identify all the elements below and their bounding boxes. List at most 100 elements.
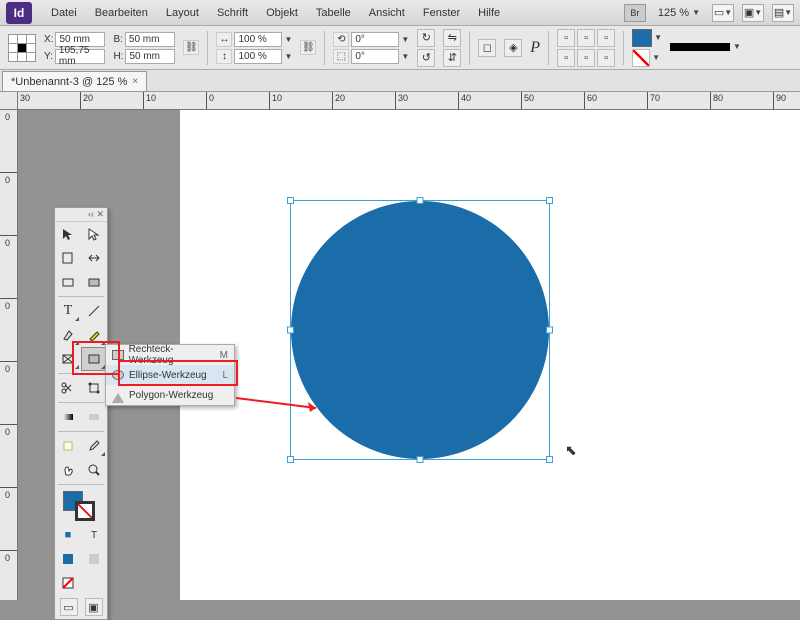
menu-bearbeiten[interactable]: Bearbeiten [86, 0, 157, 25]
position-size: X:50 mm B:50 mm Y:105,75 mm H:50 mm [44, 32, 175, 64]
default-fill-button[interactable] [55, 547, 81, 571]
align-4[interactable]: ▫ [557, 49, 575, 67]
y-label: Y: [44, 51, 53, 62]
close-tab-icon[interactable]: × [132, 76, 138, 87]
align-2[interactable]: ▫ [577, 29, 595, 47]
scale-y-field[interactable]: 100 % [234, 49, 282, 64]
gradient-swatch-tool[interactable] [55, 405, 81, 429]
app-logo: Id [6, 2, 32, 24]
content-placer-tool[interactable] [81, 270, 107, 294]
align-6[interactable]: ▫ [597, 49, 615, 67]
flip-v-button[interactable]: ⇵ [443, 49, 461, 67]
y-field[interactable]: 105,75 mm [55, 49, 105, 64]
rotate-ccw-button[interactable]: ↺ [417, 49, 435, 67]
annotation-box-tool [72, 341, 120, 375]
stroke-style[interactable] [670, 43, 730, 51]
hand-tool[interactable] [55, 458, 81, 482]
scissors-tool[interactable] [55, 376, 81, 400]
free-transform-tool[interactable] [81, 376, 107, 400]
resize-handle-tl[interactable] [287, 197, 294, 204]
flyout-polygon[interactable]: Polygon-Werkzeug [106, 385, 234, 405]
page-tool[interactable] [55, 246, 81, 270]
direct-selection-tool[interactable] [81, 222, 107, 246]
menu-layout[interactable]: Layout [157, 0, 208, 25]
resize-handle-t[interactable] [417, 197, 424, 204]
proxy-stroke-icon[interactable] [75, 501, 95, 521]
menu-fenster[interactable]: Fenster [414, 0, 469, 25]
eyedropper-tool[interactable] [81, 434, 107, 458]
gradient-feather-tool[interactable] [81, 405, 107, 429]
zoom-tool[interactable] [81, 458, 107, 482]
apply-none-button[interactable] [55, 571, 81, 595]
apply-color-button[interactable]: ■ [55, 523, 81, 547]
document-tab-title: *Unbenannt-3 @ 125 % [11, 76, 127, 88]
annotation-arrow [236, 394, 326, 414]
bridge-button[interactable]: Br [624, 4, 646, 22]
h-field[interactable]: 50 mm [125, 49, 175, 64]
shear-icon: ⬚ [333, 49, 349, 64]
view-mode-2[interactable]: ▣▼ [742, 4, 764, 22]
toolbox-panel[interactable]: ‹‹ ✕ T [54, 207, 108, 620]
align-3[interactable]: ▫ [597, 29, 615, 47]
note-tool[interactable] [55, 434, 81, 458]
fill-stroke-proxy[interactable] [55, 487, 107, 523]
resize-handle-br[interactable] [546, 456, 553, 463]
rotate-icon: ⟲ [333, 32, 349, 47]
normal-view-button[interactable]: ▭ [60, 598, 78, 616]
zoom-combo[interactable]: 125 %▼ [654, 6, 704, 20]
selection-frame[interactable] [290, 200, 550, 460]
ruler-origin[interactable] [0, 92, 18, 110]
menubar: Id Datei Bearbeiten Layout Schrift Objek… [0, 0, 800, 26]
menu-ansicht[interactable]: Ansicht [360, 0, 414, 25]
constrain-wh-icon[interactable]: ⛓ [183, 40, 199, 55]
apply-text-button[interactable]: T [81, 523, 107, 547]
shear-field[interactable]: 0° [351, 49, 399, 64]
fill-swatch[interactable] [632, 29, 652, 47]
selection-tool[interactable] [55, 222, 81, 246]
resize-handle-tr[interactable] [546, 197, 553, 204]
cursor-icon: ⬉ [565, 442, 577, 459]
vertical-ruler[interactable]: 0 0 0 0 0 0 0 0 0 [0, 110, 18, 600]
scale-x-field[interactable]: 100 % [234, 32, 282, 47]
menu-objekt[interactable]: Objekt [257, 0, 307, 25]
resize-handle-r[interactable] [546, 327, 553, 334]
resize-handle-bl[interactable] [287, 456, 294, 463]
reference-point[interactable] [8, 34, 36, 62]
select-content-button[interactable]: ◈ [504, 39, 522, 57]
preview-view-button[interactable]: ▣ [85, 598, 103, 616]
zoom-value: 125 % [658, 7, 689, 19]
view-mode-1[interactable]: ▭▼ [712, 4, 734, 22]
menu-datei[interactable]: Datei [42, 0, 86, 25]
type-tool[interactable]: T [55, 299, 81, 323]
rotate-field[interactable]: 0° [351, 32, 399, 47]
view-mode-3[interactable]: ▤▼ [772, 4, 794, 22]
align-5[interactable]: ▫ [577, 49, 595, 67]
gap-tool[interactable] [81, 246, 107, 270]
flip-h-button[interactable]: ⇋ [443, 29, 461, 47]
scale-y-icon: ↕ [216, 49, 232, 64]
w-field[interactable]: 50 mm [125, 32, 175, 47]
paragraph-style-icon[interactable]: P [530, 39, 540, 57]
toolbox-header[interactable]: ‹‹ ✕ [55, 208, 107, 222]
resize-handle-l[interactable] [287, 327, 294, 334]
select-container-button[interactable]: ◻ [478, 39, 496, 57]
content-collector-tool[interactable] [55, 270, 81, 294]
resize-handle-b[interactable] [417, 456, 424, 463]
polygon-shape-icon [112, 387, 124, 403]
menu-tabelle[interactable]: Tabelle [307, 0, 360, 25]
document-tabstrip: *Unbenannt-3 @ 125 % × [0, 70, 800, 92]
canvas[interactable]: ⬉ [180, 110, 800, 600]
apply-gradient-button[interactable] [81, 547, 107, 571]
control-bar: X:50 mm B:50 mm Y:105,75 mm H:50 mm ⛓ ↔1… [0, 26, 800, 70]
horizontal-ruler[interactable]: 30 20 10 0 10 20 30 40 50 60 70 80 90 [18, 92, 800, 110]
menu-hilfe[interactable]: Hilfe [469, 0, 509, 25]
constrain-scale-icon[interactable]: ⛓ [300, 40, 316, 55]
document-tab[interactable]: *Unbenannt-3 @ 125 % × [2, 71, 147, 91]
line-tool[interactable] [81, 299, 107, 323]
rotate-cw-button[interactable]: ↻ [417, 29, 435, 47]
menu-schrift[interactable]: Schrift [208, 0, 257, 25]
view-mode-row: ▭ ▣ [55, 595, 107, 619]
stroke-swatch[interactable] [632, 49, 650, 67]
ellipse-shape[interactable] [291, 201, 549, 459]
align-1[interactable]: ▫ [557, 29, 575, 47]
